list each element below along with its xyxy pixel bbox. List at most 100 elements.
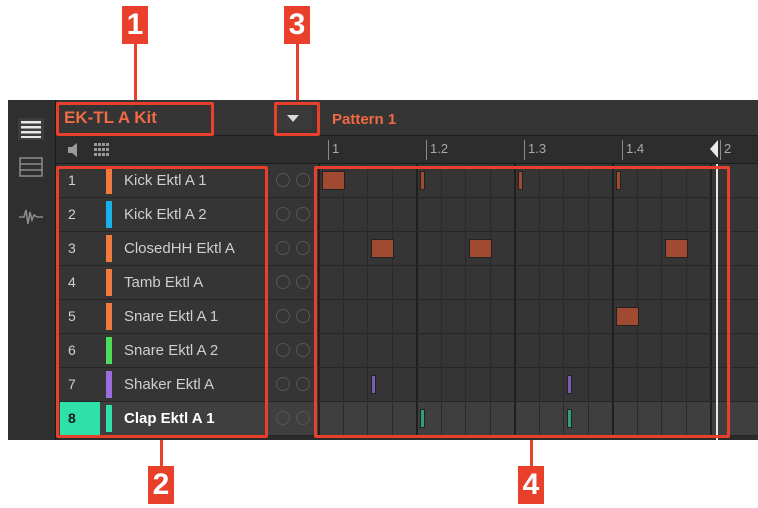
power-knob-icon[interactable]	[296, 343, 310, 357]
playhead-marker-icon[interactable]	[710, 140, 718, 158]
grid-icon[interactable]	[94, 143, 110, 157]
kit-name[interactable]: EK-TL A Kit	[64, 108, 157, 128]
sound-row[interactable]: 7 Shaker Ektl A	[56, 368, 758, 402]
step-grid-row[interactable]	[318, 402, 758, 435]
note-event[interactable]	[567, 409, 572, 428]
mute-knob-icon[interactable]	[276, 241, 290, 255]
power-knob-icon[interactable]	[296, 411, 310, 425]
grid-line	[661, 402, 662, 435]
step-grid-row[interactable]	[318, 368, 758, 401]
note-event[interactable]	[371, 239, 394, 258]
sound-row[interactable]: 5 Snare Ektl A 1	[56, 300, 758, 334]
sound-row[interactable]: 1 Kick Ektl A 1	[56, 164, 758, 198]
note-event[interactable]	[420, 409, 425, 428]
mute-knob-icon[interactable]	[276, 377, 290, 391]
mute-knob-icon[interactable]	[276, 207, 290, 221]
mute-knob-icon[interactable]	[276, 309, 290, 323]
step-grid-row[interactable]	[318, 232, 758, 265]
sound-name[interactable]: Kick Ektl A 1	[124, 164, 264, 197]
grid-line	[661, 266, 662, 299]
sound-slot-number[interactable]: 2	[60, 198, 100, 231]
sound-color-strip	[106, 201, 112, 228]
power-knob-icon[interactable]	[296, 377, 310, 391]
note-event[interactable]	[322, 171, 345, 190]
grid-line	[342, 334, 344, 367]
sound-rows: 1 Kick Ektl A 1 2 Kick Ektl A 2 3 ClosedHH Ek…	[56, 164, 758, 440]
mute-knob-icon[interactable]	[276, 173, 290, 187]
step-grid-row[interactable]	[318, 266, 758, 299]
note-event[interactable]	[616, 171, 621, 190]
sound-row[interactable]: 6 Snare Ektl A 2	[56, 334, 758, 368]
power-knob-icon[interactable]	[296, 309, 310, 323]
note-event[interactable]	[371, 375, 376, 394]
pattern-dropdown-button[interactable]	[274, 106, 312, 130]
grid-line	[685, 164, 687, 197]
sound-slot-number[interactable]: 3	[60, 232, 100, 265]
grid-line	[391, 334, 393, 367]
step-grid-row[interactable]	[318, 164, 758, 197]
grid-line	[440, 198, 442, 231]
waveform-icon[interactable]	[18, 206, 44, 228]
sound-slot-number[interactable]: 8	[60, 402, 100, 435]
sound-name[interactable]: Snare Ektl A 2	[124, 334, 264, 367]
pattern-name[interactable]: Pattern 1	[332, 111, 396, 128]
sound-slot-number[interactable]: 4	[60, 266, 100, 299]
grid-line	[465, 232, 466, 265]
note-event[interactable]	[665, 239, 688, 258]
speaker-icon[interactable]	[68, 143, 80, 157]
step-grid-row[interactable]	[318, 198, 758, 231]
grid-line	[612, 368, 614, 401]
power-knob-icon[interactable]	[296, 207, 310, 221]
sound-slot-number[interactable]: 6	[60, 334, 100, 367]
sound-name[interactable]: ClosedHH Ektl A	[124, 232, 264, 265]
note-event[interactable]	[420, 171, 425, 190]
mute-knob-icon[interactable]	[276, 275, 290, 289]
mute-knob-icon[interactable]	[276, 411, 290, 425]
step-grid-row[interactable]	[318, 334, 758, 367]
sound-row[interactable]: 3 ClosedHH Ektl A	[56, 232, 758, 266]
grid-line	[612, 232, 614, 265]
ruler-mark: 1.2	[426, 140, 448, 160]
grid-line	[416, 368, 418, 401]
grid-line	[661, 164, 662, 197]
callout-3-line	[296, 44, 299, 102]
grid-line	[661, 334, 662, 367]
sound-slot-number[interactable]: 1	[60, 164, 100, 197]
sound-name[interactable]: Clap Ektl A 1	[124, 402, 264, 435]
sound-name[interactable]: Kick Ektl A 2	[124, 198, 264, 231]
sound-name[interactable]: Shaker Ektl A	[124, 368, 264, 401]
grid-line	[612, 266, 614, 299]
grid-line	[391, 368, 393, 401]
sound-slot-number[interactable]: 5	[60, 300, 100, 333]
power-knob-icon[interactable]	[296, 173, 310, 187]
sound-row[interactable]: 8 Clap Ektl A 1	[56, 402, 758, 436]
power-knob-icon[interactable]	[296, 275, 310, 289]
sound-row[interactable]: 2 Kick Ektl A 2	[56, 198, 758, 232]
grid-line	[342, 300, 344, 333]
grid-line	[563, 266, 564, 299]
grid-line	[612, 198, 614, 231]
grid-line	[514, 164, 516, 197]
step-grid-row[interactable]	[318, 300, 758, 333]
grid-line	[318, 300, 320, 333]
list-view-icon[interactable]	[18, 118, 44, 140]
power-knob-icon[interactable]	[296, 241, 310, 255]
mute-knob-icon[interactable]	[276, 343, 290, 357]
note-event[interactable]	[567, 375, 572, 394]
callout-2: 2	[148, 466, 174, 504]
sound-name[interactable]: Tamb Ektl A	[124, 266, 264, 299]
mixer-view-icon[interactable]	[18, 156, 44, 178]
grid-line	[465, 334, 466, 367]
note-event[interactable]	[616, 307, 639, 326]
note-event[interactable]	[518, 171, 523, 190]
callout-4-line	[530, 436, 533, 466]
grid-line	[318, 198, 320, 231]
grid-line	[587, 402, 589, 435]
sound-name[interactable]: Snare Ektl A 1	[124, 300, 264, 333]
sound-slot-number[interactable]: 7	[60, 368, 100, 401]
note-event[interactable]	[469, 239, 492, 258]
timeline-ruler[interactable]: 1 1.2 1.3 1.4 2	[318, 136, 758, 164]
grid-line	[538, 266, 540, 299]
sound-row[interactable]: 4 Tamb Ektl A	[56, 266, 758, 300]
grid-line	[636, 368, 638, 401]
